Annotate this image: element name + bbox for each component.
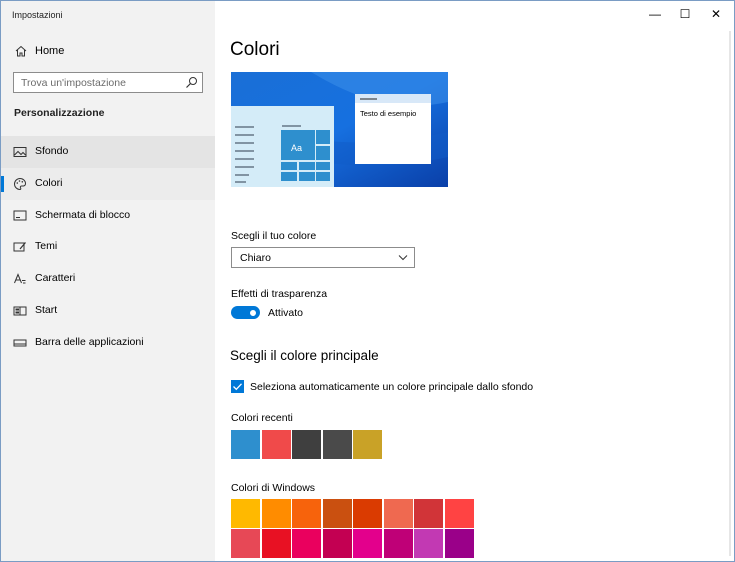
search-icon[interactable] <box>185 76 198 89</box>
transparency-toggle[interactable] <box>231 306 260 319</box>
sidebar-item-sfondo[interactable]: Sfondo <box>1 136 215 168</box>
transparency-label: Effetti di trasparenza <box>231 288 328 300</box>
recent-colors-label: Colori recenti <box>231 412 293 424</box>
app-title: Impostazioni <box>12 10 63 20</box>
sidebar-item-barra-delle-applicazioni[interactable]: Barra delle applicazioni <box>1 327 215 359</box>
lock-screen-icon <box>13 210 27 221</box>
windows-color-swatch[interactable] <box>414 499 443 528</box>
preview-sample-text: Testo di esempio <box>360 109 416 118</box>
sidebar-item-temi[interactable]: Temi <box>1 231 215 263</box>
windows-color-swatch[interactable] <box>322 499 352 528</box>
start-icon <box>13 306 27 316</box>
windows-color-swatch[interactable] <box>353 499 382 528</box>
windows-color-swatch[interactable] <box>292 499 321 528</box>
home-label: Home <box>35 45 65 57</box>
windows-color-swatch[interactable] <box>322 529 352 558</box>
windows-color-swatch[interactable] <box>444 529 474 558</box>
image-icon <box>13 147 27 157</box>
windows-color-swatch[interactable] <box>353 529 382 558</box>
recent-color-swatch[interactable] <box>261 430 291 459</box>
sidebar-item-colori[interactable]: Colori <box>1 168 215 200</box>
nav-home[interactable]: Home <box>1 41 215 63</box>
accent-heading: Scegli il colore principale <box>230 348 379 363</box>
sidebar-item-label: Caratteri <box>35 272 76 284</box>
page-title: Colori <box>230 39 280 60</box>
recent-color-swatch[interactable] <box>322 430 352 459</box>
choose-color-value: Chiaro <box>240 252 271 264</box>
font-icon <box>14 273 26 284</box>
palette-icon <box>14 177 26 191</box>
content-pane: — ☐ ✕ Colori Aa Testo di esempio Scegli … <box>215 1 734 561</box>
auto-accent-label: Seleziona automaticamente un colore prin… <box>250 381 534 393</box>
sidebar-item-label: Temi <box>35 240 58 252</box>
scrollbar[interactable] <box>729 31 731 556</box>
sidebar-item-caratteri[interactable]: Caratteri <box>1 263 215 295</box>
sidebar-item-start[interactable]: Start <box>1 295 215 327</box>
choose-color-dropdown[interactable]: Chiaro <box>231 247 415 268</box>
windows-color-swatch[interactable] <box>261 529 291 558</box>
selection-indicator <box>1 176 4 192</box>
maximize-button[interactable]: ☐ <box>674 4 696 24</box>
sidebar-item-label: Start <box>35 304 58 316</box>
theme-preview: Aa Testo di esempio <box>231 72 448 187</box>
sidebar-item-label: Schermata di blocco <box>35 209 131 221</box>
windows-color-swatch[interactable] <box>261 499 291 528</box>
search-input[interactable] <box>21 75 181 90</box>
minimize-button[interactable]: — <box>644 4 666 24</box>
windows-color-swatch[interactable] <box>292 529 321 558</box>
windows-colors-label: Colori di Windows <box>231 482 316 494</box>
recent-color-swatch[interactable] <box>231 430 260 459</box>
search-box[interactable] <box>13 72 203 93</box>
settings-window: Impostazioni Home Personalizzazione Sfon… <box>0 0 735 562</box>
recent-color-swatch[interactable] <box>292 430 321 459</box>
preview-tile-text: Aa <box>291 143 302 153</box>
section-title: Personalizzazione <box>14 107 105 119</box>
windows-color-swatch[interactable] <box>414 529 443 558</box>
windows-color-swatch[interactable] <box>383 529 413 558</box>
themes-icon <box>13 242 26 252</box>
recent-color-swatch[interactable] <box>353 430 382 459</box>
home-icon <box>15 45 27 57</box>
windows-color-swatch[interactable] <box>383 499 413 528</box>
close-button[interactable]: ✕ <box>705 4 727 24</box>
transparency-state: Attivato <box>268 307 304 319</box>
sidebar-item-label: Colori <box>35 177 63 189</box>
windows-color-swatch[interactable] <box>444 499 474 528</box>
choose-color-label: Scegli il tuo colore <box>231 230 317 242</box>
toggle-knob <box>250 309 256 316</box>
auto-accent-checkbox[interactable] <box>231 380 244 393</box>
windows-color-swatch[interactable] <box>231 499 260 528</box>
checkmark-icon <box>233 383 242 391</box>
sidebar-item-label: Barra delle applicazioni <box>35 336 144 348</box>
taskbar-icon <box>13 339 27 347</box>
sidebar-item-label: Sfondo <box>35 145 69 157</box>
sidebar: Impostazioni Home Personalizzazione Sfon… <box>1 1 215 561</box>
windows-color-swatch[interactable] <box>231 529 260 558</box>
sidebar-item-schermata-di-blocco[interactable]: Schermata di blocco <box>1 200 215 232</box>
chevron-down-icon <box>398 255 408 261</box>
